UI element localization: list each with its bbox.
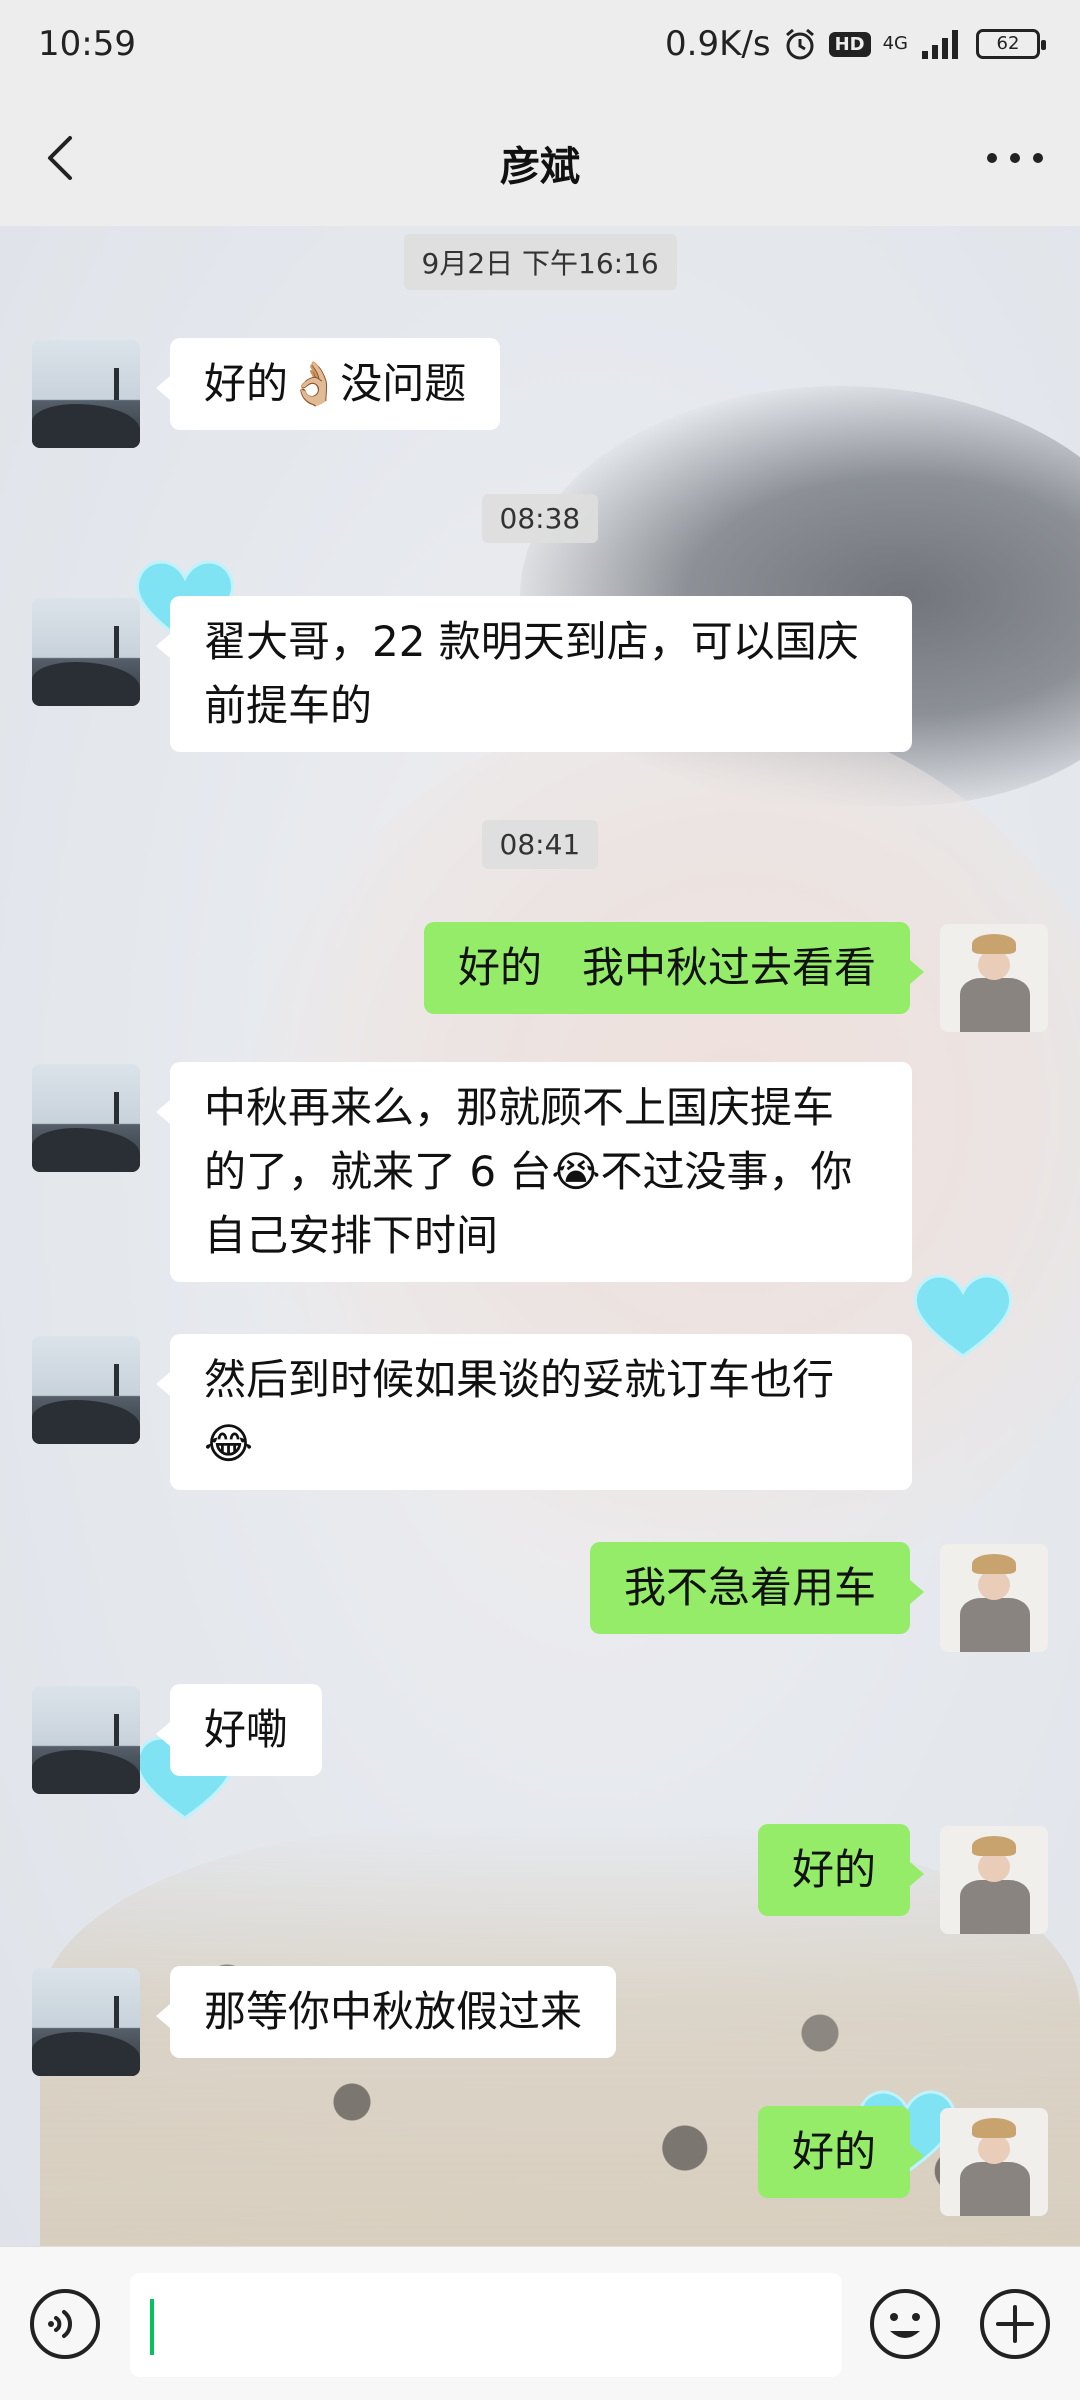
incoming-message-bubble[interactable]: 好嘞 <box>155 1684 323 1776</box>
status-bar: 10:59 0.9K/s HD 4G 62 <box>0 0 1080 90</box>
outgoing-message-bubble[interactable]: 我不急着用车 <box>589 1542 925 1634</box>
timestamp: 08:38 <box>481 494 599 543</box>
timestamp: 9月2日 下午16:16 <box>403 234 677 290</box>
contact-avatar[interactable] <box>32 1686 140 1794</box>
alarm-icon <box>785 28 814 60</box>
network-type: 4G <box>882 33 908 54</box>
my-avatar[interactable] <box>940 1544 1048 1652</box>
message-text-line: 中秋再来么，那就顾不上国庆提车 <box>204 1083 835 1132</box>
hd-badge: HD <box>828 31 871 57</box>
message-text-line: 那等你中秋放假过来 <box>204 1987 583 2036</box>
contact-avatar[interactable] <box>32 1968 140 2076</box>
input-bar <box>0 2246 1080 2400</box>
chat-area[interactable]: 9月2日 下午16:16 好的👌🏼没问题 08:38 翟大哥，22 款明天到店，可以国… <box>0 226 1080 2246</box>
my-avatar[interactable] <box>940 2108 1048 2216</box>
battery-icon: 62 <box>976 29 1046 59</box>
incoming-message-bubble[interactable]: 然后到时候如果谈的妥就订车也行 😂 <box>156 1334 912 1490</box>
message-text-line: 好嘞 <box>204 1705 289 1754</box>
plus-icon[interactable] <box>978 2287 1052 2361</box>
more-dots-icon[interactable] <box>980 126 1050 190</box>
heart-sticker-icon <box>913 1274 1013 1358</box>
outgoing-message-bubble[interactable]: 好的 <box>757 2106 925 2198</box>
net-speed: 0.9K/s <box>665 24 771 64</box>
text-cursor <box>150 2299 154 2355</box>
my-avatar[interactable] <box>940 924 1048 1032</box>
contact-avatar[interactable] <box>32 598 140 706</box>
outgoing-message-bubble[interactable]: 好的 我中秋过去看看 <box>423 922 925 1014</box>
chat-header: 彦斌 <box>0 90 1080 226</box>
emoji-icon[interactable] <box>868 2287 942 2361</box>
message-text-line: 😂 <box>204 1419 254 1468</box>
incoming-message-bubble[interactable]: 中秋再来么，那就顾不上国庆提车 的了，就来了 6 台😭不过没事，你 自己安排下时间 <box>156 1062 912 1282</box>
contact-avatar[interactable] <box>32 1064 140 1172</box>
message-text-line: 自己安排下时间 <box>204 1211 499 1260</box>
message-text-line: 的了，就来了 6 台😭不过没事，你 <box>204 1147 853 1196</box>
timestamp: 08:41 <box>481 820 599 869</box>
message-input[interactable] <box>130 2273 842 2377</box>
message-text-line: 我不急着用车 <box>623 1563 876 1612</box>
message-text-line: 好的 我中秋过去看看 <box>457 943 876 992</box>
message-text-line: 然后到时候如果谈的妥就订车也行 <box>204 1355 835 1404</box>
incoming-message-bubble[interactable]: 那等你中秋放假过来 <box>155 1966 617 2058</box>
voice-icon[interactable] <box>28 2287 102 2361</box>
message-text-line: 前提车的 <box>204 681 373 730</box>
message-text-line: 翟大哥，22 款明天到店，可以国庆 <box>204 617 859 666</box>
message-text-line: 好的 <box>791 2127 876 2176</box>
incoming-message-bubble[interactable]: 翟大哥，22 款明天到店，可以国庆 前提车的 <box>156 596 912 752</box>
incoming-message-bubble[interactable]: 好的👌🏼没问题 <box>155 338 501 430</box>
contact-avatar[interactable] <box>32 1336 140 1444</box>
my-avatar[interactable] <box>940 1826 1048 1934</box>
message-text-line: 好的 <box>791 1845 876 1894</box>
message-text-line: 好的👌🏼没问题 <box>204 359 467 408</box>
contact-avatar[interactable] <box>32 340 140 448</box>
status-time: 10:59 <box>38 24 136 64</box>
outgoing-message-bubble[interactable]: 好的 <box>757 1824 925 1916</box>
chat-title: 彦斌 <box>500 144 580 190</box>
status-indicators: 0.9K/s HD 4G 62 <box>665 22 1046 66</box>
signal-icon <box>922 30 958 59</box>
